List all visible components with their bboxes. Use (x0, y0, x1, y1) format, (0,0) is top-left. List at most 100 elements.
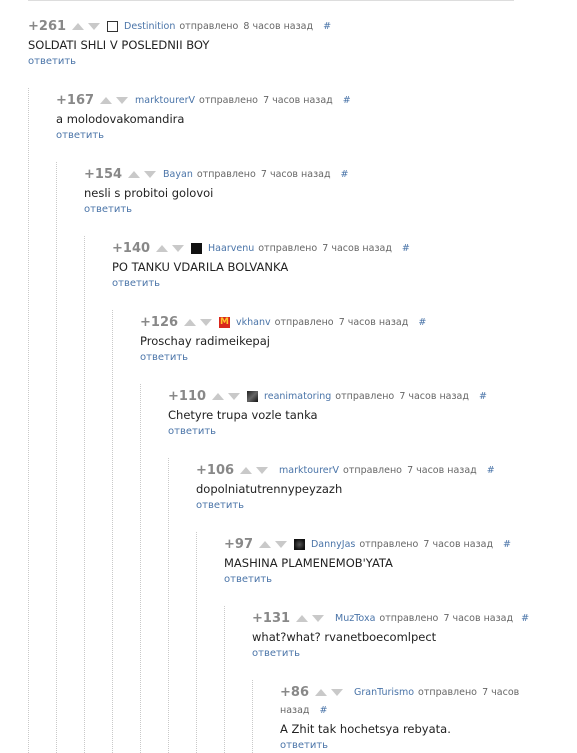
comment-posted-label: отправлено (274, 316, 334, 328)
thread-line (168, 458, 169, 753)
downvote-icon[interactable] (256, 466, 269, 474)
thread-line (56, 162, 57, 753)
reply-link[interactable]: ответить (280, 740, 520, 751)
avatar[interactable] (293, 538, 305, 550)
thread-line (84, 236, 85, 753)
comment-author[interactable]: GranTurismo (354, 687, 414, 698)
comment-text: MASHINA PLAMENEMOB'YATA (224, 556, 393, 570)
reply-link[interactable]: ответить (140, 352, 560, 363)
permalink[interactable]: # (418, 317, 426, 328)
reply-link[interactable]: ответить (168, 426, 568, 437)
comment-text: A Zhit tak hochetsya rebyata. (280, 722, 451, 736)
downvote-icon[interactable] (172, 244, 185, 252)
permalink[interactable]: # (323, 21, 331, 32)
comment-author[interactable]: reanimatoring (264, 391, 331, 402)
reply-link[interactable]: ответить (56, 130, 536, 141)
reply-link[interactable]: ответить (224, 574, 564, 585)
comment-time: 7 часов назад (338, 316, 409, 328)
reply-link[interactable]: ответить (112, 278, 552, 289)
upvote-icon[interactable] (72, 22, 85, 30)
thread-line (224, 606, 225, 753)
upvote-icon[interactable] (100, 96, 113, 104)
upvote-icon[interactable] (184, 318, 197, 326)
downvote-icon[interactable] (116, 96, 129, 104)
comment-text: Chetyre trupa vozle tanka (168, 408, 318, 422)
upvote-icon[interactable] (128, 170, 141, 178)
comment-score: +106 (196, 462, 235, 478)
comment-posted-label: отправлено (199, 94, 258, 106)
top-divider (28, 0, 514, 1)
reply-link[interactable]: ответить (28, 56, 528, 67)
thread-line (196, 532, 197, 753)
comment-score: +167 (56, 92, 95, 108)
downvote-icon[interactable] (312, 614, 325, 622)
comment-score: +126 (140, 314, 179, 330)
upvote-icon[interactable] (156, 244, 169, 252)
downvote-icon[interactable] (330, 688, 343, 696)
thread-line (112, 310, 113, 753)
comment-score: +97 (224, 536, 253, 552)
upvote-icon[interactable] (212, 392, 225, 400)
comment-author[interactable]: marktourerV (279, 465, 339, 476)
permalink[interactable]: # (319, 705, 327, 716)
upvote-icon[interactable] (240, 466, 253, 474)
avatar[interactable] (247, 390, 259, 402)
reply-link[interactable]: ответить (252, 648, 572, 659)
permalink[interactable]: # (487, 465, 495, 476)
downvote-icon[interactable] (88, 22, 101, 30)
comment-posted-label: отправлено (379, 612, 439, 624)
comment-author[interactable]: marktourerV (135, 95, 195, 106)
comment-text: Proschay radimeikepaj (140, 334, 270, 348)
comment-4: +126 M vkhanv отправлено 7 часов назад #… (140, 314, 560, 364)
permalink[interactable]: # (343, 95, 351, 106)
comment-time-rest: назад (280, 704, 310, 716)
avatar[interactable]: M (219, 316, 231, 328)
downvote-icon[interactable] (228, 392, 241, 400)
permalink[interactable]: # (479, 391, 487, 402)
comment-time: 7 часов назад (263, 94, 333, 106)
comment-author[interactable]: DannyJas (311, 539, 355, 550)
comment-time: 7 часов назад (322, 242, 392, 254)
upvote-icon[interactable] (296, 614, 309, 622)
comment-7: +97 DannyJas отправлено 7 часов назад # … (224, 536, 564, 586)
permalink[interactable]: # (521, 613, 529, 624)
comment-score: +154 (84, 166, 123, 182)
comment-text: dopolniatutrennypeyzazh (196, 482, 343, 496)
permalink[interactable]: # (341, 169, 349, 180)
downvote-icon[interactable] (144, 170, 157, 178)
comment-text: SOLDATI SHLI V POSLEDNII BOY (28, 38, 210, 52)
permalink[interactable]: # (402, 243, 410, 254)
comment-0: +261 Destinition отправлено 8 часов наза… (28, 18, 528, 68)
downvote-icon[interactable] (200, 318, 213, 326)
thread-line (140, 384, 141, 753)
comment-time: 7 часов назад (423, 538, 494, 550)
upvote-icon[interactable] (314, 688, 327, 696)
comment-score: +131 (252, 610, 291, 626)
avatar[interactable] (191, 242, 203, 254)
permalink[interactable]: # (503, 539, 511, 550)
comment-author[interactable]: MuzToxa (335, 613, 375, 624)
comment-score: +140 (112, 240, 151, 256)
comment-score: +261 (28, 18, 67, 34)
reply-link[interactable]: ответить (84, 204, 544, 215)
downvote-icon[interactable] (274, 540, 287, 548)
comment-3: +140 Haarvenu отправлено 7 часов назад #… (112, 240, 552, 290)
comment-score: +110 (168, 388, 207, 404)
comment-posted-label: отправлено (179, 20, 239, 32)
comment-text: a molodovakomandira (56, 112, 185, 126)
comment-time: 8 часов назад (243, 20, 314, 32)
avatar[interactable] (107, 20, 119, 32)
comment-posted-label: отправлено (196, 168, 256, 180)
thread-line (28, 88, 29, 753)
comment-author[interactable]: vkhanv (236, 317, 271, 328)
comment-author[interactable]: Haarvenu (208, 243, 254, 254)
comment-posted-label: отправлено (258, 242, 318, 254)
comment-2: +154 Bayan отправлено 7 часов назад # ne… (84, 166, 544, 216)
comment-author[interactable]: Bayan (163, 169, 193, 180)
comment-1: +167 marktourerV отправлено 7 часов наза… (56, 92, 536, 142)
comment-posted-label: отправлено (343, 464, 402, 476)
reply-link[interactable]: ответить (196, 500, 566, 511)
comment-author[interactable]: Destinition (124, 21, 175, 32)
thread-line (252, 680, 253, 753)
upvote-icon[interactable] (258, 540, 271, 548)
